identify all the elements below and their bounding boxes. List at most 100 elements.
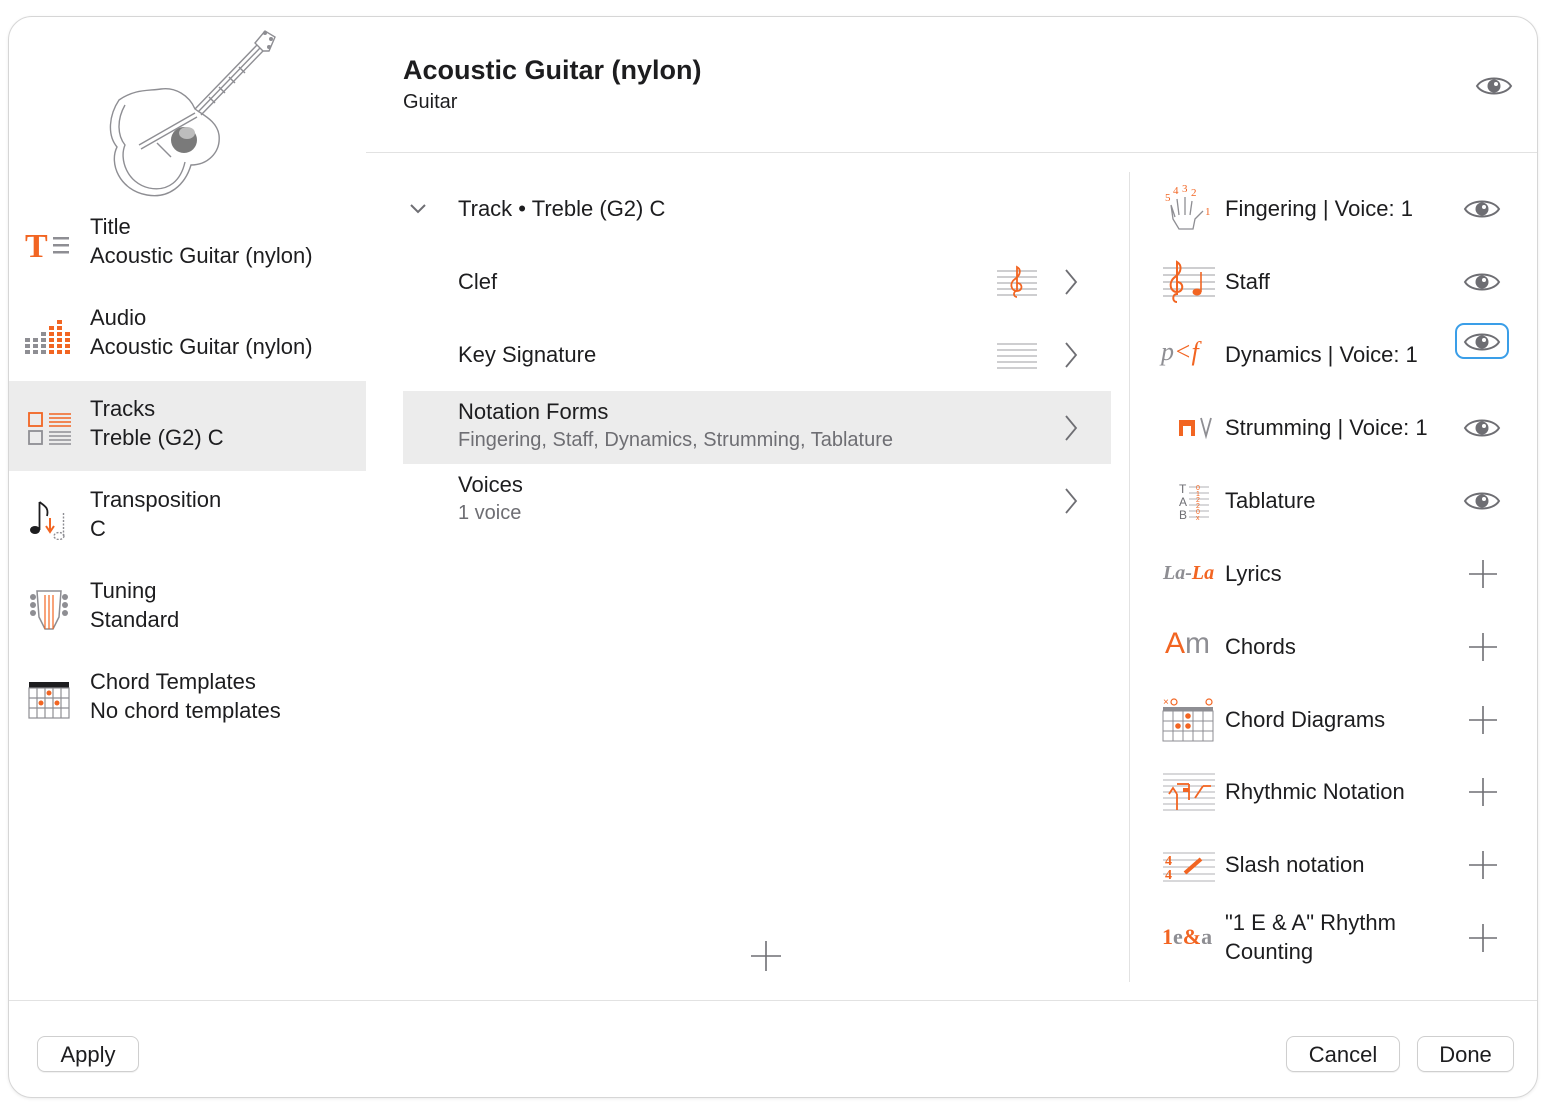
- notation-form-staff[interactable]: Staff: [1159, 252, 1519, 312]
- svg-text:3: 3: [1182, 185, 1188, 195]
- sidebar-item-name: Title: [90, 214, 131, 239]
- chord-diagram-icon: ×: [1162, 697, 1214, 742]
- footer-divider: [9, 1000, 1537, 1001]
- track-header-row[interactable]: Track • Treble (G2) C: [403, 172, 1111, 245]
- svg-text:5: 5: [1165, 192, 1171, 204]
- notation-form-tablature[interactable]: T A B 01220x Tablature: [1159, 471, 1519, 531]
- header-divider: [366, 152, 1537, 153]
- svg-text:A: A: [1179, 495, 1187, 509]
- add-track-icon[interactable]: [749, 939, 783, 973]
- slash-notation-icon: 4 4: [1163, 852, 1215, 883]
- focused-eye-button[interactable]: [1455, 323, 1509, 359]
- notation-forms-row[interactable]: Notation Forms Fingering, Staff, Dynamic…: [403, 391, 1111, 464]
- eye-icon[interactable]: [1475, 73, 1513, 99]
- notation-form-chords[interactable]: Am Chords: [1159, 617, 1519, 677]
- transposition-icon: [30, 501, 65, 540]
- chevron-right-icon[interactable]: [1063, 267, 1079, 297]
- staff-lines-icon: [997, 343, 1037, 369]
- add-icon[interactable]: [1467, 631, 1499, 663]
- sidebar-item-tracks[interactable]: Tracks Treble (G2) C: [9, 381, 366, 471]
- notation-form-fingering[interactable]: 5 4 3 2 1 Fingering | Voice: 1: [1159, 179, 1519, 239]
- sidebar-item-audio[interactable]: Audio Acoustic Guitar (nylon): [9, 290, 366, 380]
- eye-icon: [1463, 333, 1501, 351]
- notation-form-label: Dynamics | Voice: 1: [1225, 342, 1418, 367]
- chevron-right-icon[interactable]: [1063, 340, 1079, 370]
- notation-form-strumming[interactable]: Strumming | Voice: 1: [1159, 398, 1519, 458]
- sidebar-item-name: Chord Templates: [90, 669, 256, 694]
- page-title: Acoustic Guitar (nylon): [403, 55, 702, 85]
- chord-grid-icon: [28, 682, 70, 719]
- notation-form-rhythm-counting[interactable]: 1e&a "1 E & A" Rhythm Counting: [1159, 908, 1519, 968]
- sidebar-item-value: Acoustic Guitar (nylon): [90, 334, 313, 359]
- eye-icon[interactable]: [1463, 488, 1501, 514]
- notation-form-label: Rhythmic Notation: [1225, 779, 1405, 804]
- notation-form-label-line: Counting: [1225, 939, 1314, 964]
- eye-icon[interactable]: [1463, 415, 1501, 441]
- svg-text:T: T: [25, 228, 48, 265]
- svg-text:4: 4: [1165, 868, 1172, 883]
- chevron-right-icon[interactable]: [1063, 413, 1079, 443]
- sidebar-item-name: Transposition: [90, 487, 222, 512]
- sidebar-item-tuning[interactable]: Tuning Standard: [9, 563, 366, 653]
- sidebar-item-value: Treble (G2) C: [90, 425, 224, 450]
- notation-form-label-line: "1 E & A" Rhythm: [1225, 910, 1396, 935]
- voices-row[interactable]: Voices 1 voice: [403, 464, 1111, 537]
- svg-text:×: ×: [1163, 697, 1169, 708]
- column-divider: [1129, 172, 1130, 982]
- done-button[interactable]: Done: [1417, 1036, 1514, 1072]
- sidebar-item-value: Acoustic Guitar (nylon): [90, 243, 313, 268]
- notation-form-label: Fingering | Voice: 1: [1225, 196, 1413, 221]
- add-icon[interactable]: [1467, 922, 1499, 954]
- notation-form-label: Staff: [1225, 269, 1270, 294]
- add-icon[interactable]: [1467, 776, 1499, 808]
- clef-label: Clef: [458, 269, 498, 294]
- strumming-icon: [1179, 417, 1212, 440]
- rhythm-counting-icon: 1e&a: [1162, 924, 1213, 949]
- add-icon[interactable]: [1467, 704, 1499, 736]
- notation-form-lyrics[interactable]: La-La Lyrics: [1159, 544, 1519, 604]
- track-header-label: Track • Treble (G2) C: [458, 196, 666, 221]
- chevron-down-icon[interactable]: [409, 202, 427, 214]
- audio-meter-icon: [25, 320, 70, 354]
- notation-form-label: Strumming | Voice: 1: [1225, 415, 1428, 440]
- apply-button[interactable]: Apply: [37, 1036, 139, 1072]
- notation-forms-summary: Fingering, Staff, Dynamics, Strumming, T…: [458, 429, 893, 451]
- add-icon[interactable]: [1467, 849, 1499, 881]
- staff-icon: [1163, 260, 1215, 303]
- svg-text:1: 1: [1205, 206, 1211, 218]
- eye-icon[interactable]: [1463, 196, 1501, 222]
- voices-label: Voices: [458, 472, 523, 497]
- eye-icon[interactable]: [1463, 269, 1501, 295]
- notation-form-chord-diagrams[interactable]: × Chord Diagrams: [1159, 690, 1519, 750]
- sidebar-item-transposition[interactable]: Transposition C: [9, 472, 366, 562]
- sidebar-item-value: No chord templates: [90, 698, 281, 723]
- cancel-button[interactable]: Cancel: [1286, 1036, 1400, 1072]
- chevron-right-icon[interactable]: [1063, 486, 1079, 516]
- notation-forms-label: Notation Forms: [458, 399, 609, 424]
- svg-text:4: 4: [1165, 854, 1172, 869]
- notation-form-label: Chord Diagrams: [1225, 707, 1386, 732]
- svg-text:2: 2: [1191, 187, 1197, 199]
- notation-form-label: Slash notation: [1225, 852, 1365, 877]
- treble-clef-icon: [997, 265, 1037, 298]
- add-icon[interactable]: [1467, 558, 1499, 590]
- svg-text:4: 4: [1173, 185, 1179, 197]
- sidebar-item-title[interactable]: T Title Acoustic Guitar (nylon): [9, 199, 366, 289]
- key-signature-row[interactable]: Key Signature: [403, 318, 1111, 391]
- page-subtitle: Guitar: [403, 91, 458, 113]
- notation-form-dynamics[interactable]: p<f Dynamics | Voice: 1: [1159, 323, 1519, 385]
- sidebar-item-chord-templates[interactable]: Chord Templates No chord templates: [9, 654, 366, 744]
- dynamics-icon: p<f: [1161, 337, 1199, 366]
- notation-form-slash-notation[interactable]: 4 4 Slash notation: [1159, 835, 1519, 895]
- notation-form-rhythmic-notation[interactable]: Rhythmic Notation: [1159, 762, 1519, 822]
- rhythmic-notation-icon: [1163, 773, 1215, 811]
- sidebar-item-name: Tracks: [90, 396, 156, 421]
- score-settings-window: T Title Acoustic Guitar (nylon) Audio Ac…: [8, 16, 1538, 1098]
- lyrics-icon: La-La: [1163, 562, 1215, 584]
- sidebar-item-name: Tuning: [90, 578, 157, 603]
- svg-text:B: B: [1179, 508, 1187, 522]
- tracks-icon: [28, 412, 71, 445]
- fingering-hand-icon: 5 4 3 2 1: [1165, 185, 1211, 230]
- sidebar-item-value: Standard: [90, 607, 180, 632]
- clef-row[interactable]: Clef: [403, 245, 1111, 318]
